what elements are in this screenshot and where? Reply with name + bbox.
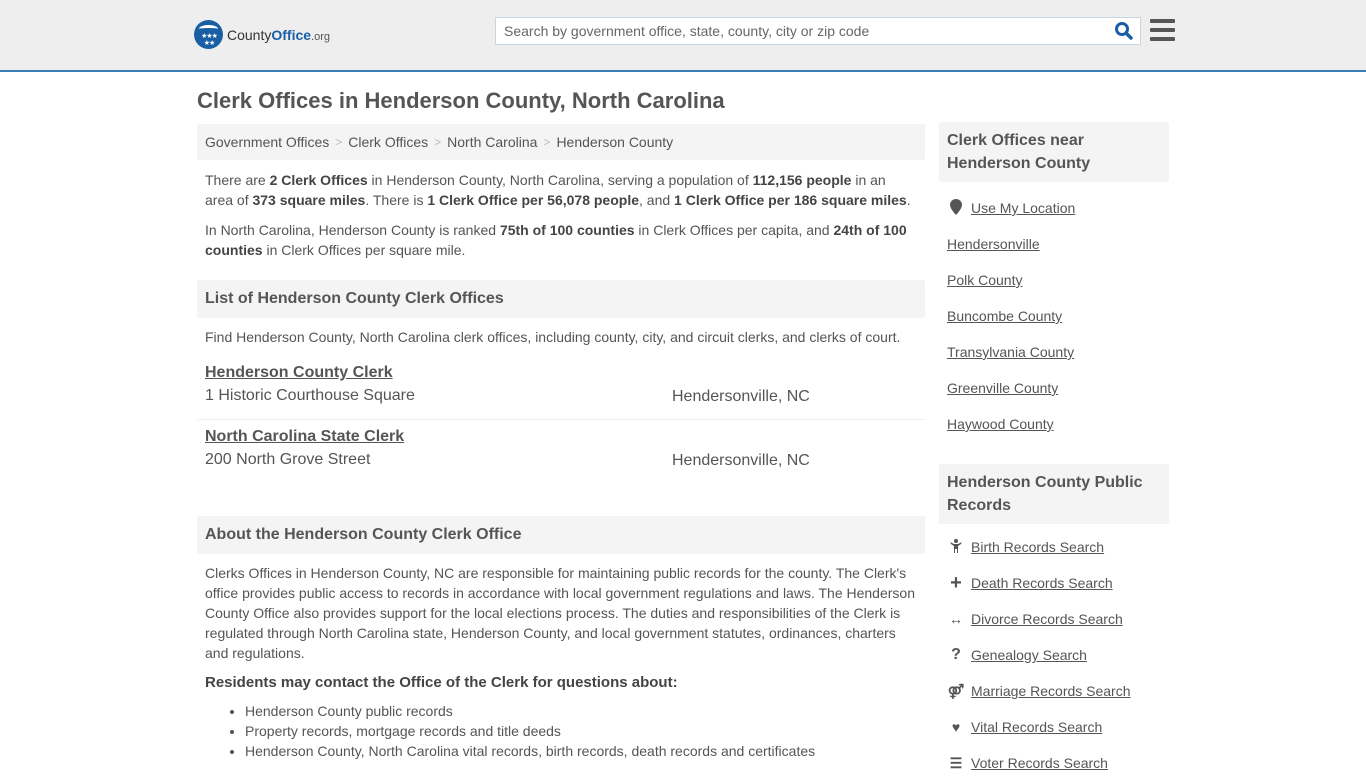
logo-text: CountyOffice.org	[227, 26, 331, 43]
nearby-link-greenville-county[interactable]: Greenville County	[947, 380, 1058, 396]
public-records-heading: Henderson County Public Records	[939, 464, 1169, 524]
genealogy-link[interactable]: Genealogy Search	[971, 647, 1087, 663]
page-title: Clerk Offices in Henderson County, North…	[197, 88, 725, 113]
office-city: Hendersonville, NC	[672, 452, 810, 469]
nearby-item[interactable]: Polk County	[939, 262, 1169, 298]
record-item[interactable]: ☰ Voter Records Search	[939, 745, 1169, 781]
use-my-location[interactable]: Use My Location	[939, 190, 1169, 226]
vital-records-link[interactable]: Vital Records Search	[971, 719, 1102, 735]
nearby-item[interactable]: Greenville County	[939, 370, 1169, 406]
nearby-link-polk-county[interactable]: Polk County	[947, 272, 1022, 288]
arrows-horizontal-icon: ↔	[949, 611, 963, 627]
text-run: In North Carolina, Henderson County is r…	[205, 222, 500, 238]
heartbeat-icon: ♥	[951, 719, 961, 735]
record-item[interactable]: Birth Records Search	[939, 529, 1169, 565]
stat-highlight: 2 Clerk Offices	[269, 172, 368, 188]
stat-highlight: 75th of 100 counties	[499, 222, 635, 238]
marriage-records-link[interactable]: Marriage Records Search	[971, 683, 1131, 699]
text-run: There are	[205, 172, 270, 188]
stat-highlight: 373 square miles	[252, 192, 366, 208]
search-box	[495, 17, 1141, 45]
list-intro: Find Henderson County, North Carolina cl…	[205, 329, 901, 345]
office-name-link[interactable]: Henderson County Clerk	[205, 364, 393, 382]
site-logo[interactable]: ★★★ ★★ CountyOffice.org	[194, 20, 330, 49]
use-my-location-link[interactable]: Use My Location	[971, 200, 1075, 216]
nearby-link-haywood-county[interactable]: Haywood County	[947, 416, 1054, 432]
search-button[interactable]	[1114, 21, 1134, 41]
list-section-heading: List of Henderson County Clerk Offices	[197, 280, 925, 318]
search-icon	[1115, 22, 1133, 40]
death-records-link[interactable]: Death Records Search	[971, 575, 1113, 591]
breadcrumb-north-carolina[interactable]: North Carolina	[447, 134, 537, 150]
breadcrumb-government-offices[interactable]: Government Offices	[205, 134, 329, 150]
text-run: in Clerk Offices per square mile.	[262, 242, 466, 258]
cross-icon: +	[950, 571, 962, 594]
questions-list: Henderson County public records Property…	[245, 701, 925, 761]
record-item[interactable]: ↔ Divorce Records Search	[939, 601, 1169, 637]
summary-paragraph-stats: There are 2 Clerk Offices in Henderson C…	[197, 170, 925, 210]
sidebar-nearby: Clerk Offices near Henderson County Use …	[939, 122, 1169, 442]
breadcrumb-clerk-offices[interactable]: Clerk Offices	[348, 134, 428, 150]
breadcrumb-separator: >	[335, 135, 343, 149]
nearby-link-hendersonville[interactable]: Hendersonville	[947, 236, 1040, 252]
nearby-item[interactable]: Haywood County	[939, 406, 1169, 442]
text-run: in Clerk Offices per capita, and	[634, 222, 834, 238]
record-item[interactable]: ♥ Vital Records Search	[939, 709, 1169, 745]
question-item: Henderson County, North Carolina vital r…	[245, 741, 925, 761]
text-run: . There is	[365, 192, 428, 208]
stat-highlight: 1 Clerk Office per 186 square miles	[674, 192, 907, 208]
question-icon: ?	[951, 646, 961, 663]
text-run: , and	[639, 192, 675, 208]
nearby-item[interactable]: Transylvania County	[939, 334, 1169, 370]
office-city: Hendersonville, NC	[672, 388, 810, 405]
stat-highlight: 112,156 people	[752, 172, 852, 188]
office-item: Henderson County Clerk 1 Historic Courth…	[197, 356, 925, 420]
search-input[interactable]	[496, 18, 1096, 44]
venus-mars-icon: ⚤	[947, 682, 965, 699]
text-run: .	[906, 192, 911, 208]
hamburger-menu-icon[interactable]	[1150, 19, 1175, 41]
stat-highlight: 1 Clerk Office per 56,078 people	[427, 192, 639, 208]
nearby-heading: Clerk Offices near Henderson County	[939, 122, 1169, 182]
question-item: Property records, mortgage records and t…	[245, 721, 925, 741]
office-name-link[interactable]: North Carolina State Clerk	[205, 428, 404, 446]
nearby-link-buncombe-county[interactable]: Buncombe County	[947, 308, 1062, 324]
nearby-link-transylvania-county[interactable]: Transylvania County	[947, 344, 1074, 360]
birth-records-link[interactable]: Birth Records Search	[971, 539, 1104, 555]
record-item[interactable]: ? Genealogy Search	[939, 637, 1169, 673]
main-content: Government Offices > Clerk Offices > Nor…	[197, 124, 925, 761]
breadcrumb-separator: >	[543, 135, 551, 149]
about-text: Clerks Offices in Henderson County, NC a…	[205, 565, 915, 661]
record-item[interactable]: + Death Records Search	[939, 565, 1169, 601]
office-item: North Carolina State Clerk 200 North Gro…	[197, 420, 925, 484]
office-list: Henderson County Clerk 1 Historic Courth…	[197, 356, 925, 484]
breadcrumb: Government Offices > Clerk Offices > Nor…	[197, 124, 925, 160]
office-address: 200 North Grove Street	[205, 451, 371, 468]
summary-paragraph-rank: In North Carolina, Henderson County is r…	[197, 220, 925, 260]
child-icon	[947, 538, 965, 556]
nearby-item[interactable]: Hendersonville	[939, 226, 1169, 262]
nearby-item[interactable]: Buncombe County	[939, 298, 1169, 334]
map-marker-icon	[947, 198, 965, 218]
record-item[interactable]: ⚤ Marriage Records Search	[939, 673, 1169, 709]
questions-heading: Residents may contact the Office of the …	[205, 674, 678, 691]
text-run: in Henderson County, North Carolina, ser…	[367, 172, 753, 188]
office-address: 1 Historic Courthouse Square	[205, 387, 415, 404]
voter-records-link[interactable]: Voter Records Search	[971, 755, 1108, 771]
sidebar-public-records: Henderson County Public Records Birth Re…	[939, 464, 1169, 781]
list-ol-icon: ☰	[949, 754, 963, 771]
breadcrumb-separator: >	[434, 135, 442, 149]
divorce-records-link[interactable]: Divorce Records Search	[971, 611, 1123, 627]
eagle-logo-icon: ★★★ ★★	[194, 20, 223, 49]
about-section-heading: About the Henderson County Clerk Office	[197, 516, 925, 554]
question-item: Henderson County public records	[245, 701, 925, 721]
breadcrumb-henderson-county[interactable]: Henderson County	[556, 134, 673, 150]
site-header: ★★★ ★★ CountyOffice.org	[0, 0, 1366, 72]
